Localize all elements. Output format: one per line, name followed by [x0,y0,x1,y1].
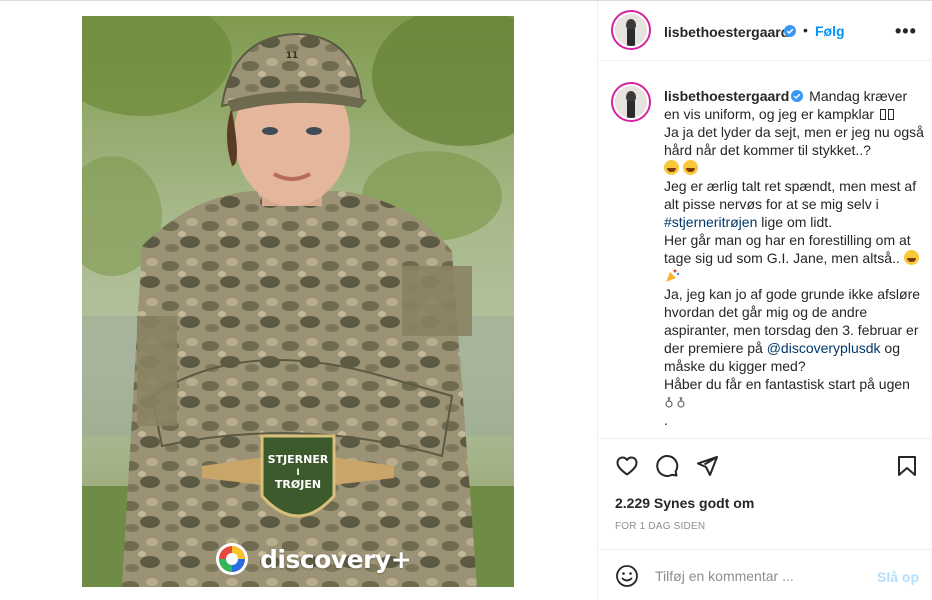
post-caption: lisbethoestergaard Mandag kræver en vis … [599,61,932,437]
caption-text: lisbethoestergaard Mandag kræver en vis … [664,87,924,429]
comment-bubble-icon[interactable] [655,454,679,478]
medal-emoji-icon [665,396,685,408]
post-comment-button[interactable]: Slå op [877,569,919,585]
verified-badge-icon [784,25,796,37]
laughing-emoji-icon [664,160,679,175]
discovery-circle-icon [216,543,248,575]
caption-line-4: Her går man og har en forestilling om at… [664,232,911,266]
smiley-icon[interactable] [615,564,639,588]
post-media-area: STJERNER I TRØJEN 11 discovery+ [0,1,598,600]
caption-avatar[interactable] [611,82,651,122]
post-timestamp[interactable]: FOR 1 DAG SIDEN [615,521,705,532]
discovery-plus-wordmark: discovery+ [260,544,412,574]
caption-username[interactable]: lisbethoestergaard [664,88,789,104]
post-header: lisbethoestergaard • Følg ••• [599,1,932,61]
avatar-photo [615,14,647,46]
author-avatar[interactable] [611,10,651,50]
caption-line-3b: lige om lidt. [757,214,833,230]
badge-text-line2: I [296,468,299,478]
more-options-icon[interactable]: ••• [895,21,917,42]
discovery-plus-logo: discovery+ [214,541,412,577]
verified-badge-icon [791,90,804,102]
hashtag-link[interactable]: #stjerneritrøjen [664,214,757,230]
header-separator: • [803,22,808,38]
cap-number: 11 [286,51,299,61]
bookmark-icon[interactable] [895,454,919,478]
badge-text-line1: STJERNER [268,453,329,466]
paper-plane-icon[interactable] [695,454,719,478]
caption-line-6: Håber du får en fantastisk start på ugen [664,376,910,392]
missing-glyph-icon [879,109,886,120]
avatar-photo [615,86,647,118]
comment-input[interactable] [655,566,865,586]
post-photo[interactable]: STJERNER I TRØJEN 11 [82,16,514,587]
badge-text-line3: TRØJEN [275,478,321,491]
soldier-photo-illustration: STJERNER I TRØJEN 11 [82,16,514,587]
post-side-panel: lisbethoestergaard • Følg ••• lisbethoes… [599,1,932,600]
heart-icon[interactable] [615,454,639,478]
mention-link[interactable]: @discoveryplusdk [767,340,881,356]
likes-count[interactable]: 2.229 Synes godt om [615,495,754,511]
author-username[interactable]: lisbethoestergaard [664,24,789,40]
comment-composer: Slå op [599,549,932,600]
post-actions: 2.229 Synes godt om FOR 1 DAG SIDEN [599,438,932,549]
follow-button[interactable]: Følg [815,23,845,39]
laughing-emoji-icon [682,160,698,175]
caption-line-7: . [664,412,668,428]
missing-glyph-icon [887,109,894,120]
caption-line-3a: Jeg er ærlig talt ret spændt, men mest a… [664,178,917,212]
caption-line-2: Ja ja det lyder da sejt, men er jeg nu o… [664,124,924,158]
laughing-emoji-icon [903,250,919,265]
confetti-emoji-icon [666,269,680,282]
